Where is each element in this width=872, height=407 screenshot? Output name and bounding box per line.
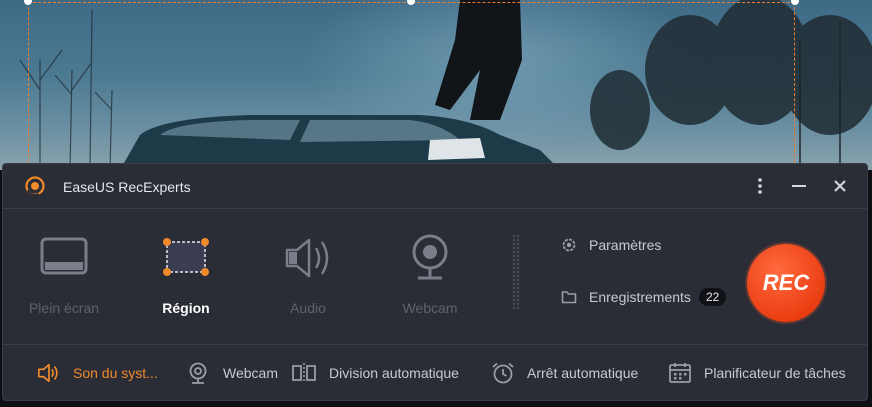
recordings-link[interactable]: Enregistrements 22 bbox=[561, 288, 727, 306]
system-sound-label: Son du syst... bbox=[73, 365, 158, 381]
recordings-count-badge: 22 bbox=[698, 288, 727, 306]
auto-split-button[interactable]: Division automatique bbox=[291, 362, 459, 384]
settings-label: Paramètres bbox=[589, 237, 662, 253]
calendar-icon bbox=[668, 362, 692, 384]
app-title: EaseUS RecExperts bbox=[63, 179, 191, 195]
system-sound-toggle[interactable]: Son du syst... bbox=[37, 362, 158, 384]
scheduler-button[interactable]: Planificateur de tâches bbox=[668, 362, 846, 384]
fullscreen-icon bbox=[38, 234, 90, 282]
mode-region-label: Région bbox=[162, 300, 210, 316]
recordings-label: Enregistrements bbox=[589, 289, 691, 305]
split-icon bbox=[291, 362, 317, 384]
webcam-icon bbox=[187, 362, 211, 384]
webcam-toggle[interactable]: Webcam bbox=[187, 362, 278, 384]
more-options-icon[interactable] bbox=[749, 174, 771, 198]
region-icon bbox=[160, 234, 212, 282]
auto-stop-label: Arrêt automatique bbox=[527, 365, 639, 381]
webcam-label: Webcam bbox=[223, 365, 278, 381]
webcam-icon bbox=[404, 234, 456, 282]
title-bar: EaseUS RecExperts bbox=[3, 164, 867, 209]
auto-stop-button[interactable]: Arrêt automatique bbox=[491, 362, 638, 384]
mode-audio-label: Audio bbox=[290, 300, 326, 316]
scheduler-label: Planificateur de tâches bbox=[704, 365, 846, 381]
alarm-clock-icon bbox=[491, 362, 515, 384]
mode-fullscreen-label: Plein écran bbox=[28, 300, 100, 316]
speaker-icon bbox=[37, 362, 61, 384]
video-background bbox=[0, 0, 872, 170]
easeus-logo-icon bbox=[25, 176, 45, 196]
auto-split-label: Division automatique bbox=[329, 365, 459, 381]
gear-icon bbox=[561, 237, 577, 253]
settings-link[interactable]: Paramètres bbox=[561, 237, 661, 253]
recorder-panel: EaseUS RecExperts Plein écran Région Aud… bbox=[2, 163, 868, 401]
bottom-toolbar: Son du syst... Webcam Division automatiq… bbox=[3, 344, 867, 402]
region-selection-frame[interactable] bbox=[28, 2, 795, 167]
folder-icon bbox=[561, 289, 577, 305]
rec-button[interactable]: REC bbox=[747, 244, 825, 322]
speaker-icon bbox=[282, 234, 334, 282]
minimize-icon[interactable] bbox=[788, 174, 810, 198]
divider bbox=[512, 234, 520, 310]
mode-webcam-label: Webcam bbox=[402, 300, 458, 316]
close-icon[interactable] bbox=[829, 174, 851, 198]
